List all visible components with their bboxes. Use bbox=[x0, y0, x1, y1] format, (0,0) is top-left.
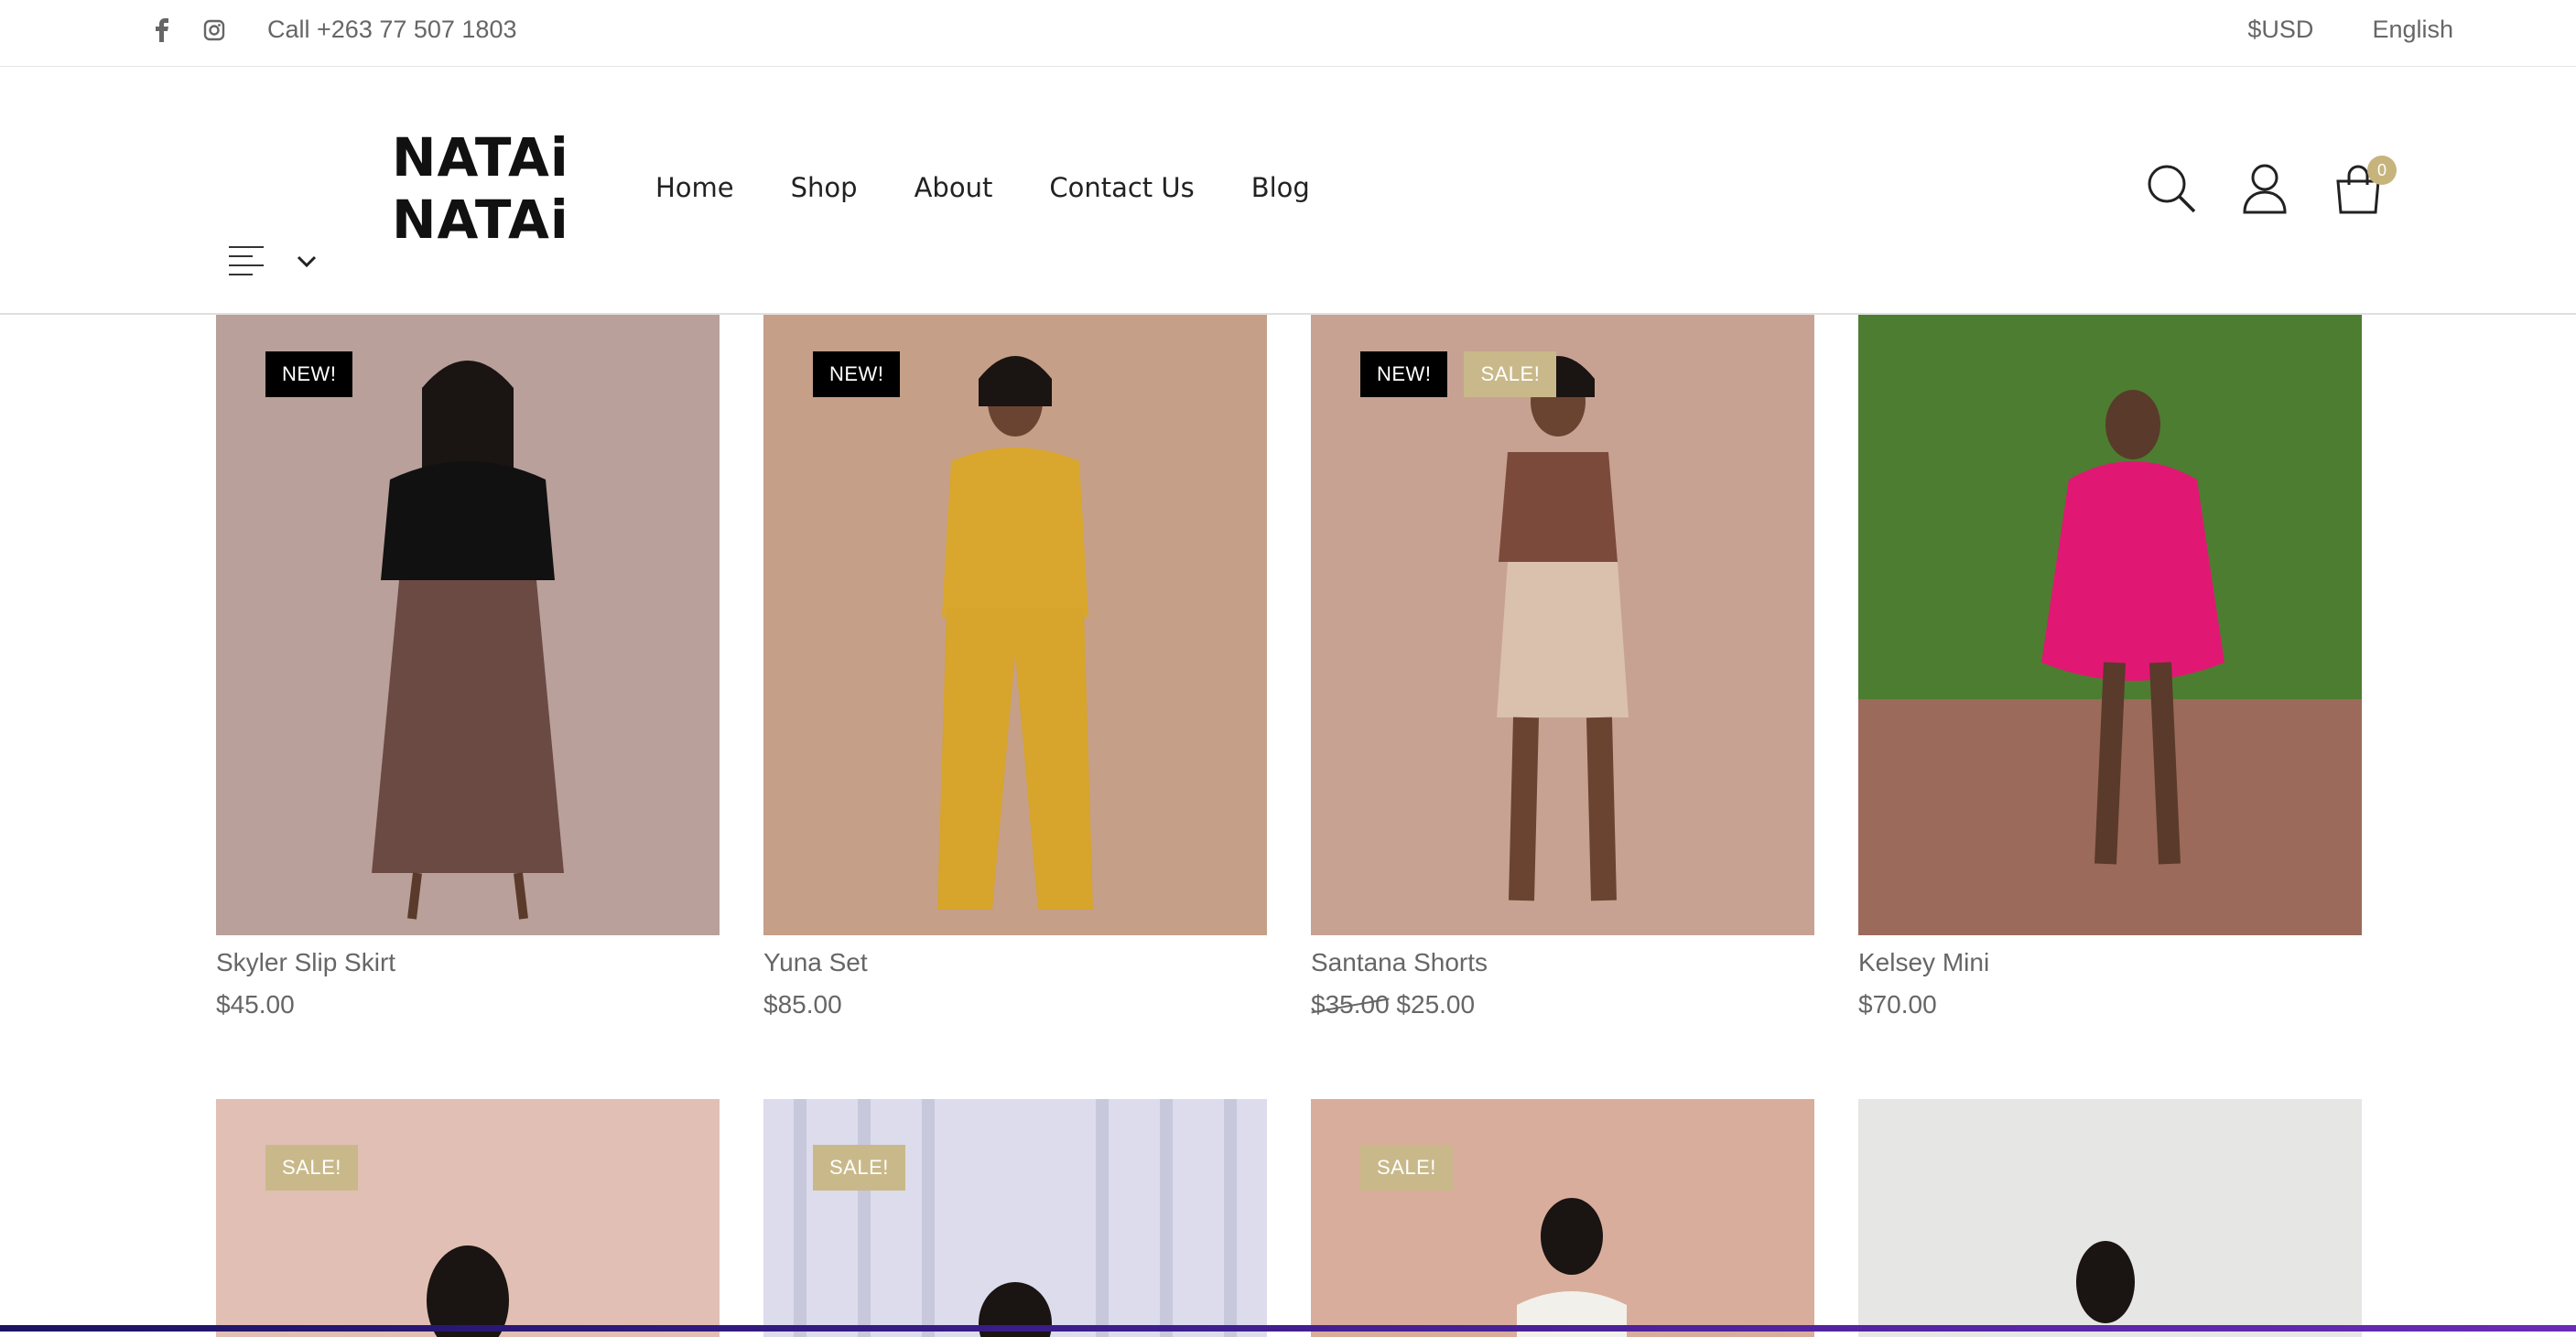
cart-button[interactable]: 0 bbox=[2332, 156, 2397, 214]
logo-line-2: NATAi bbox=[392, 189, 569, 251]
product-image[interactable] bbox=[1858, 315, 2362, 935]
product-image[interactable]: SALE! bbox=[1311, 1099, 1814, 1337]
sale-badge: SALE! bbox=[813, 1145, 905, 1191]
site-logo[interactable]: NATAi NATAi bbox=[392, 126, 569, 251]
instagram-icon[interactable] bbox=[203, 19, 225, 41]
sale-badge: SALE! bbox=[1360, 1145, 1453, 1191]
cart-count-badge: 0 bbox=[2367, 156, 2397, 185]
logo-line-1: NATAi bbox=[392, 126, 569, 189]
product-image[interactable]: NEW! SALE! bbox=[1311, 315, 1814, 935]
product-card[interactable]: SALE! bbox=[216, 1099, 720, 1337]
nav-shop[interactable]: Shop bbox=[791, 172, 858, 203]
new-badge: NEW! bbox=[1360, 351, 1448, 397]
menu-toggle[interactable] bbox=[227, 243, 317, 280]
facebook-icon[interactable] bbox=[154, 18, 170, 42]
product-grid: NEW! Skyler Slip Skirt $45.00 NEW! Yuna … bbox=[216, 315, 2362, 1337]
product-name[interactable]: Skyler Slip Skirt bbox=[216, 948, 720, 977]
product-image[interactable]: SALE! bbox=[763, 1099, 1267, 1337]
menu-icon[interactable] bbox=[227, 243, 265, 280]
product-name[interactable]: Kelsey Mini bbox=[1858, 948, 2362, 977]
social-links bbox=[154, 18, 225, 42]
currency-selector[interactable]: $USD bbox=[2247, 16, 2313, 44]
product-card[interactable]: Kelsey Mini $70.00 bbox=[1858, 315, 2362, 1099]
user-icon[interactable] bbox=[2241, 163, 2289, 214]
sale-badge: SALE! bbox=[1464, 351, 1557, 397]
nav-home[interactable]: Home bbox=[655, 172, 734, 203]
nav-contact-us[interactable]: Contact Us bbox=[1049, 172, 1194, 203]
product-card[interactable]: NEW! Skyler Slip Skirt $45.00 bbox=[216, 315, 720, 1099]
product-image[interactable]: NEW! bbox=[216, 315, 720, 935]
product-card[interactable] bbox=[1858, 1099, 2362, 1337]
new-badge: NEW! bbox=[813, 351, 901, 397]
product-price: $35.00 $25.00 bbox=[1311, 990, 1814, 1019]
main-nav: Home Shop About Contact Us Blog bbox=[655, 172, 1310, 203]
product-price: $70.00 bbox=[1858, 990, 1937, 1019]
product-card[interactable]: SALE! bbox=[763, 1099, 1267, 1337]
product-name[interactable]: Yuna Set bbox=[763, 948, 1267, 977]
product-card[interactable]: NEW! SALE! Santana Shorts $35.00 $25.00 bbox=[1311, 315, 1814, 1099]
nav-blog[interactable]: Blog bbox=[1251, 172, 1310, 203]
product-image[interactable]: SALE! bbox=[216, 1099, 720, 1337]
product-card[interactable]: NEW! Yuna Set $85.00 bbox=[763, 315, 1267, 1099]
bottom-accent-bar bbox=[0, 1325, 2576, 1332]
nav-about[interactable]: About bbox=[915, 172, 993, 203]
phone-number[interactable]: Call +263 77 507 1803 bbox=[267, 16, 516, 44]
product-price: $45.00 bbox=[216, 990, 295, 1019]
language-selector[interactable]: English bbox=[2372, 16, 2453, 44]
product-card[interactable]: SALE! bbox=[1311, 1099, 1814, 1337]
product-price: $85.00 bbox=[763, 990, 842, 1019]
original-price: $35.00 bbox=[1311, 990, 1390, 1019]
product-name[interactable]: Santana Shorts bbox=[1311, 948, 1814, 977]
chevron-down-icon[interactable] bbox=[297, 255, 317, 268]
top-bar: Call +263 77 507 1803 $USD English bbox=[0, 0, 2576, 67]
main-header: NATAi NATAi Home Shop About Contact Us B… bbox=[0, 68, 2576, 315]
sale-badge: SALE! bbox=[265, 1145, 358, 1191]
product-image[interactable] bbox=[1858, 1099, 2362, 1337]
search-icon[interactable] bbox=[2146, 163, 2197, 214]
new-badge: NEW! bbox=[265, 351, 353, 397]
sale-price: $25.00 bbox=[1396, 990, 1476, 1019]
product-image[interactable]: NEW! bbox=[763, 315, 1267, 935]
